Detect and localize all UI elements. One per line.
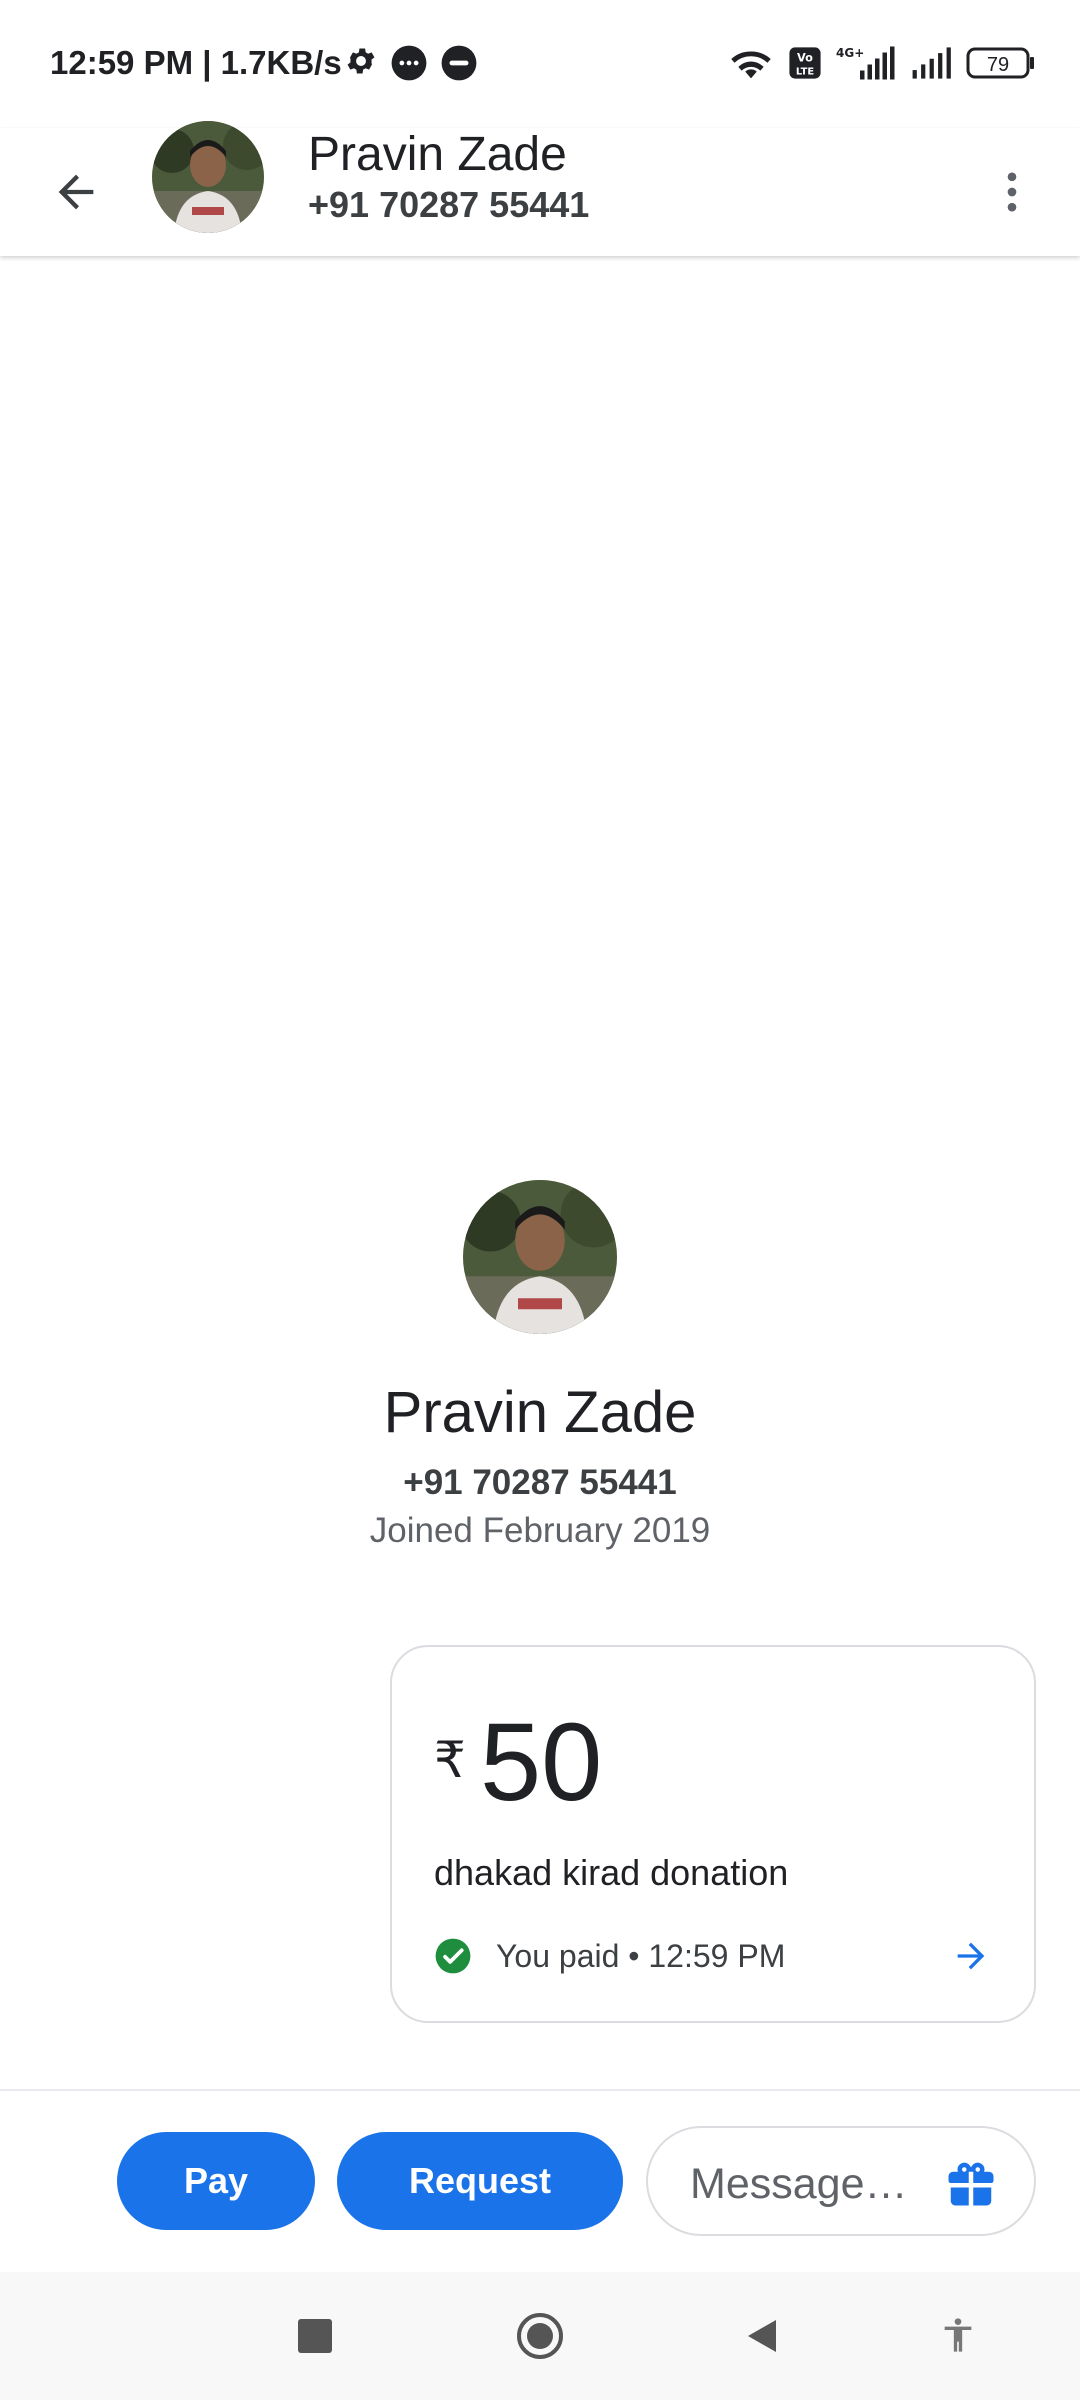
action-bar-divider	[0, 2089, 1080, 2091]
mobile-signal-icon	[912, 47, 951, 79]
currency-symbol: ₹	[434, 1732, 466, 1788]
svg-text:4G+: 4G+	[836, 46, 864, 60]
recents-square-icon[interactable]	[298, 2319, 332, 2353]
avatar-photo-icon	[463, 1180, 617, 1334]
payment-details-button[interactable]	[948, 1933, 994, 1979]
gift-button[interactable]	[944, 2156, 998, 2210]
message-input[interactable]: Message…	[646, 2126, 1036, 2236]
payment-note: dhakad kirad donation	[434, 1852, 789, 1893]
profile-avatar	[463, 1180, 617, 1334]
arrow-forward-icon	[957, 1942, 985, 1970]
message-placeholder: Message…	[690, 2160, 908, 2208]
profile-phone: +91 70287 55441	[403, 1463, 677, 1502]
pay-button[interactable]: Pay	[117, 2132, 315, 2230]
more-options-button[interactable]	[974, 154, 1050, 230]
payment-card[interactable]: ₹ 50 dhakad kirad donation You paid • 12…	[390, 1645, 1036, 2023]
status-time: 12:59 PM | 1.7KB/s	[50, 44, 342, 81]
payment-amount: 50	[480, 1701, 603, 1824]
payment-status-text: You paid • 12:59 PM	[496, 1937, 786, 1974]
profile-joined-date: Joined February 2019	[369, 1511, 711, 1550]
wifi-icon	[731, 51, 771, 79]
status-left-icons	[344, 44, 478, 82]
header-contact-phone: +91 70287 55441	[308, 184, 590, 225]
back-button[interactable]	[38, 154, 114, 230]
header-avatar[interactable]	[152, 121, 264, 233]
avatar-photo-icon	[152, 121, 264, 233]
request-button[interactable]: Request	[337, 2132, 623, 2230]
svg-text:LTE: LTE	[796, 66, 814, 77]
header-contact-name[interactable]: Pravin Zade	[308, 128, 567, 182]
home-circle-icon[interactable]	[516, 2312, 564, 2360]
back-triangle-icon[interactable]	[742, 2316, 782, 2356]
check-circle-icon	[435, 1938, 471, 1974]
arrow-back-icon	[58, 174, 94, 210]
settings-icon	[347, 48, 375, 74]
more-vert-icon	[1007, 172, 1017, 212]
message-notification-icon	[441, 45, 477, 81]
battery-icon: 79	[966, 47, 1034, 79]
profile-name: Pravin Zade	[383, 1380, 697, 1445]
battery-level: 79	[987, 54, 1009, 76]
system-nav-bar	[0, 2272, 1080, 2400]
mobile-signal-4g-icon: 4G+	[836, 46, 895, 80]
volte-icon: VoLTE	[789, 47, 821, 79]
gift-icon	[948, 2162, 994, 2206]
payment-status: You paid • 12:59 PM	[434, 1937, 785, 1975]
status-right-icons: Vo LTE 4G+ 79	[728, 44, 1036, 82]
status-bar: 12:59 PM | 1.7KB/s Vo LTE 4G+ 79	[0, 0, 1080, 128]
svg-text:Vo: Vo	[797, 51, 813, 65]
chat-notification-icon	[391, 45, 427, 81]
accessibility-icon[interactable]	[938, 2314, 978, 2356]
